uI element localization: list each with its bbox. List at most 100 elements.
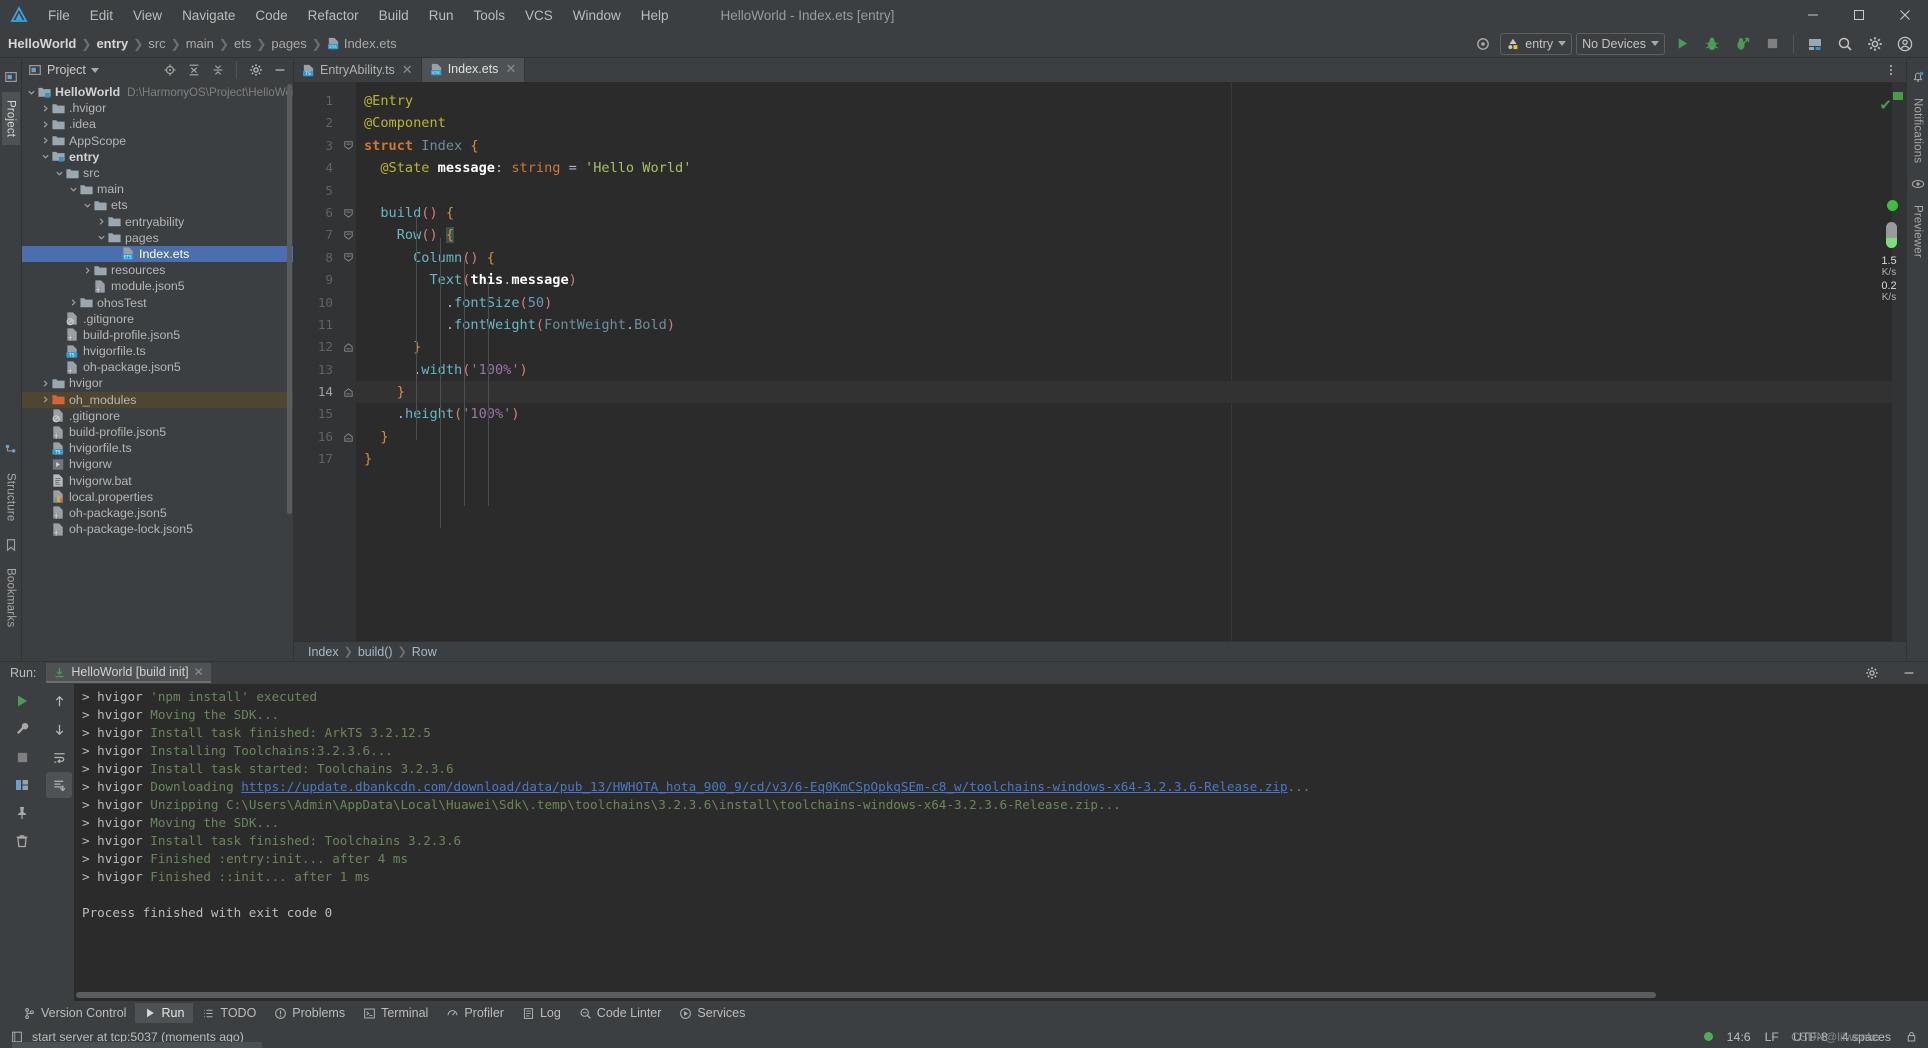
editor-breadcrumb-index[interactable]: Index (308, 645, 339, 659)
code-line[interactable]: .fontWeight(FontWeight.Bold) (356, 314, 1892, 336)
chevron-right-icon[interactable] (40, 379, 51, 388)
lock-icon[interactable] (1905, 1030, 1918, 1043)
editor-tab-entryability[interactable]: TS EntryAbility.ts ✕ (294, 58, 422, 82)
editor-breadcrumb-row[interactable]: Row (412, 645, 437, 659)
rail-tab-bookmarks[interactable]: Bookmarks (2, 560, 20, 635)
tree-item-build-profile-json5[interactable]: build-profile.json5 (22, 424, 293, 440)
code-line[interactable]: build() { (356, 202, 1892, 224)
code-line[interactable]: struct Index { (356, 135, 1892, 157)
rerun-icon[interactable] (9, 688, 35, 714)
settings-icon[interactable] (1862, 32, 1888, 56)
scroll-down-icon[interactable] (46, 716, 72, 742)
tree-item--gitignore[interactable]: .gitignore (22, 311, 293, 327)
scroll-up-icon[interactable] (46, 688, 72, 714)
scroll-to-end-icon[interactable] (46, 772, 72, 798)
tree-item-hvigor[interactable]: hvigor (22, 375, 293, 391)
tree-item-entryability[interactable]: entryability (22, 214, 293, 230)
console-horizontal-scrollbar[interactable] (76, 992, 1656, 998)
gear-icon[interactable] (246, 61, 265, 80)
code-line[interactable]: .height('100%') (356, 403, 1892, 425)
breadcrumb-item-src[interactable]: src (148, 36, 165, 51)
code-line[interactable]: } (356, 426, 1892, 448)
hide-panel-icon[interactable] (270, 61, 289, 80)
tree-item--gitignore[interactable]: .gitignore (22, 408, 293, 424)
chevron-right-icon[interactable] (82, 266, 93, 275)
tree-item-entry[interactable]: entry (22, 149, 293, 165)
expand-all-icon[interactable] (184, 61, 203, 80)
menu-tools[interactable]: Tools (463, 5, 515, 26)
caret-position[interactable]: 14:6 (1727, 1030, 1751, 1044)
collapse-all-icon[interactable] (208, 61, 227, 80)
toolwindow-todo[interactable]: TODO (193, 1003, 265, 1023)
code-line[interactable]: } (356, 381, 1892, 404)
fold-toggle-icon[interactable] (340, 336, 356, 358)
fold-toggle-icon[interactable] (340, 202, 356, 224)
rail-tab-notifications[interactable]: Notifications (1909, 90, 1927, 171)
chevron-down-icon[interactable] (68, 185, 79, 194)
menu-window[interactable]: Window (563, 5, 631, 26)
console-output[interactable]: > hvigor 'npm install' executed > hvigor … (74, 684, 1928, 1001)
settings-eye-icon[interactable] (1470, 32, 1496, 56)
code-line[interactable]: } (356, 336, 1892, 358)
stop-icon[interactable] (9, 744, 35, 770)
run-session-tab[interactable]: HelloWorld [build init] ✕ (46, 663, 211, 683)
fold-toggle-icon[interactable] (340, 224, 356, 246)
project-tree[interactable]: HelloWorld D:\HarmonyOS\Project\HelloWorl… (22, 82, 293, 661)
tree-item-local-properties[interactable]: local.properties (22, 489, 293, 505)
breadcrumb-item-pages[interactable]: pages (271, 36, 306, 51)
more-options-icon[interactable] (1881, 61, 1900, 80)
tree-item-oh-modules[interactable]: oh_modules (22, 391, 293, 408)
tree-item--idea[interactable]: .idea (22, 116, 293, 132)
tree-item-resources[interactable]: resources (22, 262, 293, 278)
fold-toggle-icon[interactable] (340, 247, 356, 269)
code-line[interactable]: Column() { (356, 247, 1892, 269)
code-line[interactable] (356, 180, 1892, 202)
rail-tab-structure[interactable]: Structure (2, 465, 20, 529)
code-line[interactable]: @Component (356, 112, 1892, 134)
editor-tab-index[interactable]: ETS Index.ets ✕ (421, 58, 526, 82)
code-line[interactable]: .fontSize(50) (356, 292, 1892, 314)
code-line[interactable]: Text(this.message) (356, 269, 1892, 291)
chevron-right-icon[interactable] (40, 120, 51, 129)
close-icon[interactable]: ✕ (402, 62, 413, 78)
tree-item-hvigorw-bat[interactable]: hvigorw.bat (22, 473, 293, 489)
error-marker-column[interactable] (1892, 82, 1906, 641)
tree-item-src[interactable]: src (22, 165, 293, 181)
editor-breadcrumb-build[interactable]: build() (358, 645, 393, 659)
debug-icon[interactable] (1699, 32, 1725, 56)
tree-item-main[interactable]: main (22, 181, 293, 197)
device-selector[interactable]: No Devices (1576, 32, 1665, 55)
breadcrumb-item-project[interactable]: HelloWorld (8, 36, 76, 51)
tree-item-hvigorfile-ts[interactable]: TS hvigorfile.ts (22, 343, 293, 359)
chevron-right-icon[interactable] (40, 395, 51, 404)
menu-refactor[interactable]: Refactor (298, 5, 369, 26)
tree-item-ets[interactable]: ets (22, 197, 293, 213)
search-icon[interactable] (1832, 32, 1858, 56)
toolwindow-run[interactable]: Run (135, 1003, 194, 1023)
profile-icon[interactable] (1729, 32, 1755, 56)
pin-icon[interactable] (9, 800, 35, 826)
toolwindow-problems[interactable]: Problems (265, 1003, 354, 1023)
menu-code[interactable]: Code (245, 5, 297, 26)
fold-toggle-icon[interactable] (340, 426, 356, 448)
trash-icon[interactable] (9, 828, 35, 854)
chevron-right-icon[interactable] (96, 217, 107, 226)
project-tree-scrollbar[interactable] (287, 84, 292, 514)
close-button[interactable] (1882, 0, 1928, 30)
code-content[interactable]: @Entry @Component struct Index { @State me… (356, 82, 1892, 641)
device-manager-icon[interactable] (1802, 32, 1828, 56)
menu-navigate[interactable]: Navigate (172, 5, 245, 26)
close-icon[interactable]: ✕ (194, 665, 204, 679)
tree-item-hvigorfile-ts[interactable]: TS hvigorfile.ts (22, 440, 293, 456)
tree-item-hvigorw[interactable]: hvigorw (22, 456, 293, 472)
chevron-down-icon[interactable] (40, 152, 51, 161)
menu-help[interactable]: Help (631, 5, 679, 26)
soft-wrap-icon[interactable] (46, 744, 72, 770)
chevron-down-icon[interactable] (90, 67, 99, 73)
code-folding-gutter[interactable] (340, 82, 356, 641)
code-line[interactable]: @State message: string = 'Hello World' (356, 157, 1892, 179)
tree-item-oh-package-json5[interactable]: oh-package.json5 (22, 359, 293, 375)
tree-item-helloworld[interactable]: HelloWorld D:\HarmonyOS\Project\HelloWorl… (22, 84, 293, 100)
close-icon[interactable]: ✕ (505, 61, 516, 77)
account-icon[interactable] (1892, 32, 1918, 56)
